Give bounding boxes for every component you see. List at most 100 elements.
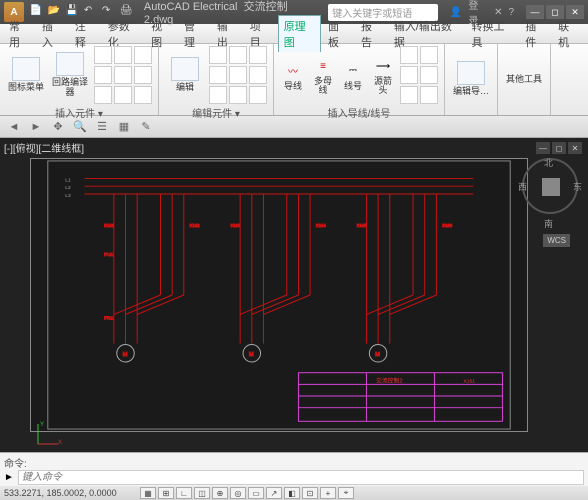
grid-icon[interactable]: ▦	[116, 119, 132, 135]
viewport-label[interactable]: [-][俯视][二维线框]	[4, 140, 84, 155]
wcs-label[interactable]: WCS	[543, 234, 570, 247]
toggle-icon[interactable]: ◧	[284, 487, 300, 499]
tool-icon[interactable]	[249, 46, 267, 64]
toggle-icon[interactable]: ⊡	[302, 487, 318, 499]
status-bar: 533.2271, 185.0002, 0.0000 ▦⊞ ∟◫ ⊕◎ ▭↗ ◧…	[0, 486, 588, 500]
tool-icon[interactable]	[249, 66, 267, 84]
doc-max-button[interactable]: ◻	[552, 142, 566, 154]
panel-insert-component: 图标菜单 回路编译器 插入元件 ▾	[0, 44, 159, 115]
panel-label	[451, 111, 491, 113]
doc-min-button[interactable]: —	[536, 142, 550, 154]
toggle-icon[interactable]: ∟	[176, 487, 192, 499]
svg-text:KM2: KM2	[190, 223, 200, 229]
svg-text:KM3: KM3	[230, 223, 240, 229]
panel-other-tools: 其他工具	[498, 44, 551, 115]
circuit-builder-button[interactable]: 回路编译器	[50, 52, 90, 98]
command-line: 命令: ►	[0, 452, 588, 486]
tool-icon[interactable]	[229, 86, 247, 104]
tab-14[interactable]: 联机	[553, 16, 584, 52]
nav-back-icon[interactable]: ◄	[6, 119, 22, 135]
svg-text:FU1: FU1	[104, 252, 113, 258]
toggle-icon[interactable]: ↗	[266, 487, 282, 499]
svg-text:L2: L2	[65, 185, 71, 191]
nav-fwd-icon[interactable]: ►	[28, 119, 44, 135]
svg-text:X: X	[58, 440, 62, 446]
command-history: 命令:	[4, 455, 584, 470]
toggle-icon[interactable]: ⊕	[212, 487, 228, 499]
drawing-workspace[interactable]: [-][俯视][二维线框] — ◻ ✕ L1 L2 L3 M KM1KM2	[0, 138, 588, 452]
toggle-icon[interactable]: ⌖	[338, 487, 354, 499]
tool-icon[interactable]	[114, 86, 132, 104]
svg-text:M: M	[249, 352, 254, 358]
tool-icon[interactable]	[400, 46, 418, 64]
ucs-icon[interactable]: YX	[34, 418, 64, 448]
multibus-button[interactable]: ≡多母线	[310, 55, 336, 95]
tool-icon[interactable]	[134, 66, 152, 84]
doc-window-controls: — ◻ ✕	[536, 142, 582, 154]
toggle-icon[interactable]: ⊞	[158, 487, 174, 499]
status-toggles: ▦⊞ ∟◫ ⊕◎ ▭↗ ◧⊡ +⌖	[140, 487, 354, 499]
doc-close-button[interactable]: ✕	[568, 142, 582, 154]
icon-menu-button[interactable]: 图标菜单	[6, 57, 46, 93]
tool-icon[interactable]	[400, 66, 418, 84]
svg-text:KM1: KM1	[104, 223, 114, 229]
toggle-icon[interactable]: ▦	[140, 487, 156, 499]
other-tools-button[interactable]: 其他工具	[504, 75, 544, 85]
tool-icon[interactable]	[134, 86, 152, 104]
sourcearrow-button[interactable]: ⟶源箭头	[370, 55, 396, 95]
tool-icon[interactable]	[420, 86, 438, 104]
tool-icon[interactable]	[94, 86, 112, 104]
tool-icon[interactable]	[209, 66, 227, 84]
ribbon: 图标菜单 回路编译器 插入元件 ▾ 编辑 编辑元件 ▾ 〰导线 ≡多母线 ⎓线号…	[0, 44, 588, 116]
svg-text:KM5: KM5	[357, 223, 367, 229]
titleblock-title: 交流控制2	[376, 376, 402, 384]
brush-icon[interactable]: ✎	[138, 119, 154, 135]
tool-icon[interactable]	[114, 66, 132, 84]
zoom-icon[interactable]: 🔍	[72, 119, 88, 135]
tool-icon[interactable]	[209, 46, 227, 64]
svg-text:FR1: FR1	[104, 315, 113, 321]
tool-icon[interactable]	[94, 66, 112, 84]
toggle-icon[interactable]: ◫	[194, 487, 210, 499]
command-prompt-icon: ►	[4, 472, 14, 483]
svg-text:Y: Y	[40, 422, 44, 428]
panel-edit-wire: 编辑导…	[445, 44, 498, 115]
toggle-icon[interactable]: +	[320, 487, 336, 499]
panel-label[interactable]: 插入导线/线号	[280, 104, 438, 121]
tool-icon[interactable]	[249, 86, 267, 104]
small-tools-1	[94, 46, 152, 104]
ribbon-tabs: 常用插入注释参数化视图管理输出项目原理图面板报告输入/输出数据转换工具插件联机	[0, 24, 588, 44]
tool-icon[interactable]	[400, 86, 418, 104]
wire-button[interactable]: 〰导线	[280, 60, 306, 91]
coordinates: 533.2271, 185.0002, 0.0000	[4, 488, 134, 498]
drawing-canvas[interactable]: L1 L2 L3 M KM1KM2 FU1FR1 M KM3K	[30, 158, 528, 432]
edit-wire-button[interactable]: 编辑导…	[451, 61, 491, 97]
svg-text:M: M	[123, 352, 128, 358]
svg-text:M: M	[375, 352, 380, 358]
tool-icon[interactable]	[229, 46, 247, 64]
edit-button[interactable]: 编辑	[165, 57, 205, 93]
tool-icon[interactable]	[229, 66, 247, 84]
tool-icon[interactable]	[420, 46, 438, 64]
tool-icon[interactable]	[209, 86, 227, 104]
layers-icon[interactable]: ☰	[94, 119, 110, 135]
pan-icon[interactable]: ✥	[50, 119, 66, 135]
panel-insert-wire: 〰导线 ≡多母线 ⎓线号 ⟶源箭头 插入导线/线号	[274, 44, 445, 115]
toggle-icon[interactable]: ◎	[230, 487, 246, 499]
view-cube[interactable]: 北 南 西 东	[520, 158, 580, 228]
wirenum-button[interactable]: ⎓线号	[340, 60, 366, 91]
tool-icon[interactable]	[420, 66, 438, 84]
svg-text:KM4: KM4	[316, 223, 326, 229]
tool-icon[interactable]	[94, 46, 112, 64]
command-input[interactable]	[18, 470, 584, 485]
panel-edit-component: 编辑 编辑元件 ▾	[159, 44, 274, 115]
svg-text:L3: L3	[65, 193, 71, 199]
toggle-icon[interactable]: ▭	[248, 487, 264, 499]
svg-text:KM6: KM6	[442, 223, 452, 229]
panel-label[interactable]: 编辑元件 ▾	[165, 104, 267, 121]
titleblock-rev: X151	[464, 378, 476, 384]
small-tools-3	[400, 46, 438, 104]
tool-icon[interactable]	[134, 46, 152, 64]
tool-icon[interactable]	[114, 46, 132, 64]
small-tools-2	[209, 46, 267, 104]
